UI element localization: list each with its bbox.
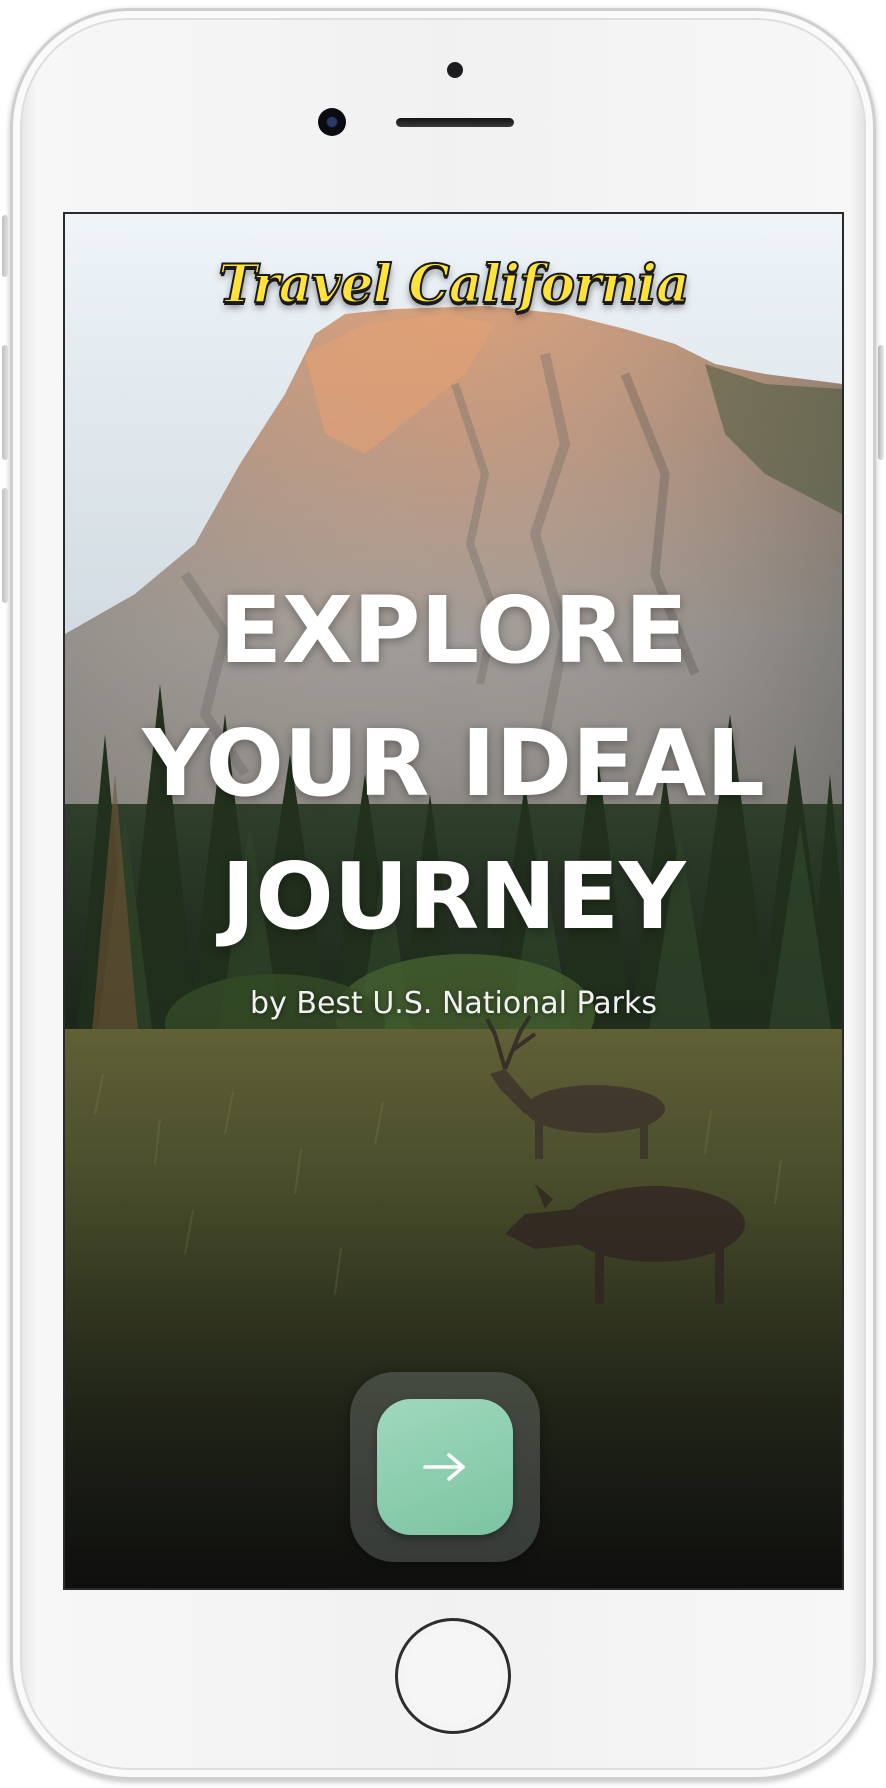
front-camera-icon (318, 108, 346, 136)
earpiece-speaker (396, 118, 514, 127)
headline-line-3: JOURNEY (221, 843, 686, 950)
volume-up-button (2, 345, 8, 460)
power-button (878, 345, 884, 460)
headline-line-1: EXPLORE (219, 577, 688, 684)
brand-title: Travel California (217, 253, 690, 316)
next-button-halo (350, 1372, 540, 1562)
proximity-sensor (447, 62, 463, 78)
next-button[interactable] (377, 1399, 513, 1535)
hero-headline: EXPLORE YOUR IDEAL JOURNEY (65, 564, 842, 963)
arrow-right-icon (423, 1453, 465, 1481)
volume-down-button (2, 488, 8, 603)
home-button (395, 1618, 511, 1734)
phone-frame: Travel California EXPLORE YOUR IDEAL JOU… (10, 8, 876, 1780)
app-screen: Travel California EXPLORE YOUR IDEAL JOU… (63, 212, 844, 1590)
hero-subtitle: by Best U.S. National Parks (250, 986, 657, 1021)
headline-line-2: YOUR IDEAL (142, 710, 765, 817)
page: Travel California EXPLORE YOUR IDEAL JOU… (0, 0, 886, 1788)
mute-switch (2, 215, 8, 277)
